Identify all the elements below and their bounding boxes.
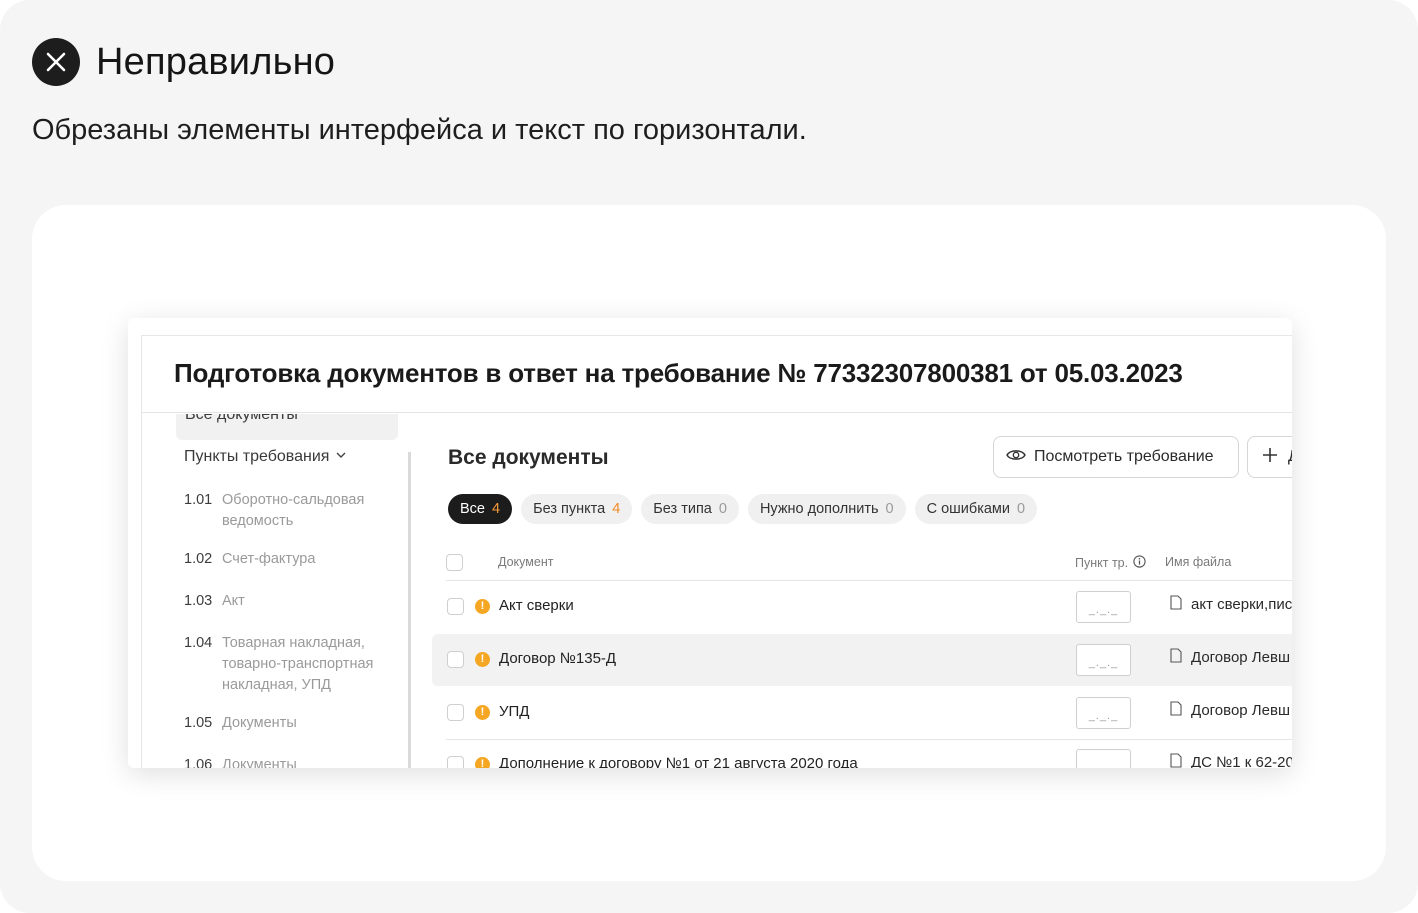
filter-chip-with-errors[interactable]: С ошибками 0 xyxy=(914,494,1038,524)
table-row[interactable]: ! Акт сверки _._._ акт сверки,пис xyxy=(432,581,1292,633)
file-name: ДС №1 к 62-20 xyxy=(1170,753,1292,768)
divider xyxy=(142,412,1292,413)
sidebar-item-all-documents[interactable]: Все документы xyxy=(176,414,398,440)
row-checkbox[interactable] xyxy=(447,704,464,721)
file-icon xyxy=(1170,753,1182,768)
file-icon xyxy=(1170,595,1182,614)
item-number: 1.03 xyxy=(184,593,213,609)
sidebar-item-1-04[interactable]: 1.04 Товарная накладная, товарно-транспо… xyxy=(184,633,382,696)
filter-chip-no-type[interactable]: Без типа 0 xyxy=(641,494,739,524)
document-name: УПД xyxy=(499,703,530,720)
header: Неправильно xyxy=(32,38,335,86)
item-number: 1.05 xyxy=(184,715,213,731)
sidebar-divider xyxy=(408,452,411,768)
chip-count: 4 xyxy=(612,501,621,517)
file-name: Договор Левш xyxy=(1170,701,1290,720)
warning-icon: ! xyxy=(475,705,490,720)
chevron-down-icon xyxy=(335,448,347,466)
plus-icon xyxy=(1262,447,1278,468)
add-document-button[interactable]: Д xyxy=(1247,436,1292,478)
info-icon[interactable] xyxy=(1133,555,1146,571)
file-name: Договор Левш xyxy=(1170,648,1290,667)
table-row[interactable]: ! УПД _._._ Договор Левш xyxy=(432,687,1292,739)
item-label: Оборотно-сальдовая ведомость xyxy=(222,492,365,529)
item-label: Товарная накладная, товарно-транспортная… xyxy=(222,635,374,693)
add-document-label: Д xyxy=(1288,448,1292,466)
chip-label: С ошибками xyxy=(926,501,1011,517)
item-number: 1.01 xyxy=(184,492,213,508)
file-icon xyxy=(1170,701,1182,720)
filter-chip-no-point[interactable]: Без пункта 4 xyxy=(521,494,633,524)
file-name-label: ДС №1 к 62-20 xyxy=(1191,754,1292,768)
point-input[interactable] xyxy=(1076,749,1131,768)
item-label: Документы xyxy=(222,757,297,768)
sidebar-item-label: Все документы xyxy=(185,414,298,423)
section-title: Все документы xyxy=(448,446,609,469)
sidebar-section-toggle[interactable]: Пункты требования xyxy=(184,448,347,466)
item-label: Документы xyxy=(222,715,297,731)
warning-icon: ! xyxy=(475,757,490,768)
column-header-point-label: Пункт тр. xyxy=(1075,556,1129,570)
row-checkbox[interactable] xyxy=(447,756,464,768)
row-checkbox[interactable] xyxy=(447,651,464,668)
sidebar-item-1-03[interactable]: 1.03 Акт xyxy=(184,591,382,612)
filter-chip-needs-supplement[interactable]: Нужно дополнить 0 xyxy=(747,494,906,524)
example-screenshot: Подготовка документов в ответ на требова… xyxy=(128,318,1292,768)
eye-icon xyxy=(1006,448,1026,467)
filter-chip-all[interactable]: Все 4 xyxy=(448,494,513,524)
select-all-checkbox[interactable] xyxy=(446,554,463,571)
chip-count: 0 xyxy=(1017,501,1026,517)
chip-count: 0 xyxy=(718,501,727,517)
page-title: Подготовка документов в ответ на требова… xyxy=(174,358,1183,388)
point-input[interactable]: _._._ xyxy=(1076,697,1131,729)
file-name-label: Договор Левш xyxy=(1191,702,1290,719)
file-name-label: акт сверки,пис xyxy=(1191,596,1292,613)
file-name-label: Договор Левш xyxy=(1191,649,1290,666)
item-label: Акт xyxy=(222,593,245,609)
sidebar-item-1-01[interactable]: 1.01 Оборотно-сальдовая ведомость xyxy=(184,490,382,532)
point-input[interactable]: _._._ xyxy=(1076,591,1131,623)
view-requirement-button[interactable]: Посмотреть требование xyxy=(993,436,1239,478)
verdict-description: Обрезаны элементы интерфейса и текст по … xyxy=(32,114,807,146)
table-row[interactable]: ! Договор №135-Д _._._ Договор Левш xyxy=(432,634,1292,686)
sidebar-item-1-06[interactable]: 1.06 Документы xyxy=(184,755,382,768)
table-row[interactable]: ! Дополнение к договору №1 от 21 августа… xyxy=(432,739,1292,768)
chip-count: 4 xyxy=(492,501,501,517)
document-name: Акт сверки xyxy=(499,597,574,614)
sidebar-section-label: Пункты требования xyxy=(184,448,330,465)
filter-chips: Все 4 Без пункта 4 Без типа 0 Нужно допо… xyxy=(448,494,1046,524)
table-header: Документ Пункт тр. Имя файла xyxy=(446,550,1292,580)
row-checkbox[interactable] xyxy=(447,598,464,615)
file-name: акт сверки,пис xyxy=(1170,595,1292,614)
document-name: Договор №135-Д xyxy=(499,650,617,667)
file-icon xyxy=(1170,648,1182,667)
point-input[interactable]: _._._ xyxy=(1076,644,1131,676)
column-header-document: Документ xyxy=(498,555,554,569)
item-number: 1.04 xyxy=(184,635,213,651)
sidebar-item-1-05[interactable]: 1.05 Документы xyxy=(184,713,382,734)
column-header-point: Пункт тр. xyxy=(1075,555,1146,571)
document-name: Дополнение к договору №1 от 21 августа 2… xyxy=(499,755,858,768)
chip-label: Без пункта xyxy=(533,501,606,517)
warning-icon: ! xyxy=(475,652,490,667)
view-requirement-label: Посмотреть требование xyxy=(1034,448,1214,465)
chip-label: Нужно дополнить xyxy=(759,501,879,517)
column-header-file: Имя файла xyxy=(1165,555,1232,569)
sidebar-item-1-02[interactable]: 1.02 Счет-фактура xyxy=(184,549,382,570)
chip-label: Все xyxy=(460,501,485,517)
warning-icon: ! xyxy=(475,599,490,614)
app-window: Подготовка документов в ответ на требова… xyxy=(141,335,1292,768)
item-number: 1.02 xyxy=(184,551,213,567)
close-icon xyxy=(32,38,80,86)
slide-panel: Неправильно Обрезаны элементы интерфейса… xyxy=(0,0,1418,913)
chip-count: 0 xyxy=(885,501,894,517)
item-number: 1.06 xyxy=(184,757,213,768)
verdict-title: Неправильно xyxy=(96,40,336,83)
item-label: Счет-фактура xyxy=(222,551,316,567)
chip-label: Без типа xyxy=(653,501,712,517)
